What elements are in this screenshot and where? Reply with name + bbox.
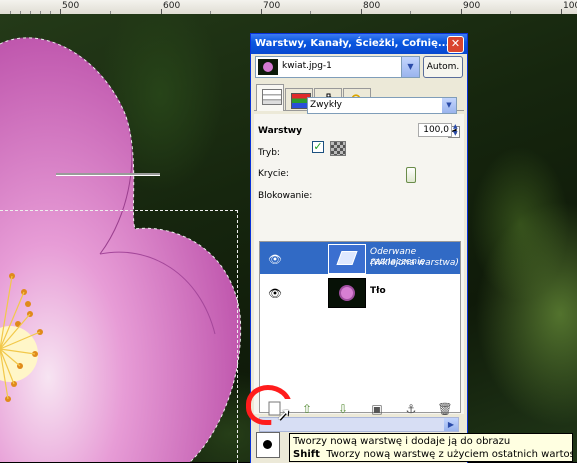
mode-select[interactable]: Zwykły ▼ <box>307 97 457 114</box>
layer-name: Tło <box>370 286 386 296</box>
opacity-slider-track[interactable] <box>56 173 160 176</box>
layers-list[interactable]: 👁 Oderwane zaznaczenie (Wklejona warstwa… <box>259 241 461 413</box>
chevron-down-icon[interactable]: ▼ <box>442 98 456 113</box>
raise-layer-icon[interactable]: ⇧ <box>296 399 318 419</box>
anchor-layer-icon[interactable]: ⚓ <box>400 399 422 419</box>
chevron-down-icon[interactable]: ▼ <box>401 57 419 77</box>
tooltip-line2-text: Tworzy nową warstwę z użyciem ostatnich … <box>326 449 573 460</box>
lock-label: Blokowanie: <box>258 191 313 201</box>
image-thumbnail <box>258 59 278 75</box>
ruler-label: 900 <box>463 1 481 11</box>
layers-panel: Warstwy ◀ Tryb: Krycie: Blokowanie: 👁 Od… <box>254 114 464 432</box>
ruler-label: 500 <box>62 1 80 11</box>
opacity-label: Krycie: <box>258 169 289 179</box>
horizontal-ruler: 500 600 700 800 900 1000 <box>0 0 577 15</box>
lower-layer-icon[interactable]: ⇩ <box>332 399 354 419</box>
dock-title: Warstwy, Kanały, Ścieżki, Cofnię... <box>255 38 450 49</box>
spin-icon[interactable]: ▲ ▼ <box>453 123 459 137</box>
layer-thumbnail <box>328 244 366 274</box>
ruler-label: 600 <box>163 1 181 11</box>
panel-title: Warstwy <box>258 126 302 136</box>
tooltip-line1: Tworzy nową warstwę i dodaje ją do obraz… <box>293 436 511 447</box>
auto-button[interactable]: Autom. <box>423 56 463 78</box>
eye-icon[interactable]: 👁 <box>268 253 282 266</box>
layer-row[interactable]: 👁 Tło <box>260 276 460 308</box>
ruler-label: 800 <box>363 1 381 11</box>
layer-row[interactable]: 👁 Oderwane zaznaczenie (Wklejona warstwa… <box>260 242 460 274</box>
layer-thumbnail <box>328 278 366 308</box>
tab-layers[interactable] <box>256 84 284 111</box>
tooltip-shift-key: Shift <box>293 449 320 460</box>
mode-label: Tryb: <box>258 148 280 158</box>
lock-checkbox[interactable]: ✓ <box>312 141 324 153</box>
ruler-label: 700 <box>263 1 281 11</box>
lock-alpha-icon[interactable] <box>330 141 346 156</box>
mode-value: Zwykły <box>310 100 342 110</box>
layer-subname: (Wklejona warstwa) <box>370 258 459 268</box>
image-selector[interactable]: kwiat.jpg-1 ▼ <box>255 56 420 78</box>
delete-layer-icon[interactable]: 🗑 <box>434 399 456 419</box>
close-icon[interactable]: ✕ <box>447 36 464 53</box>
opacity-slider-handle[interactable] <box>406 167 416 183</box>
image-selector-value: kwiat.jpg-1 <box>282 61 332 71</box>
foreground-color-indicator[interactable] <box>256 432 280 458</box>
opacity-input[interactable]: 100,0 <box>418 123 452 137</box>
mouse-cursor-icon: ➚ <box>276 404 292 425</box>
tooltip: Tworzy nową warstwę i dodaje ją do obraz… <box>289 433 573 462</box>
duplicate-layer-icon[interactable]: ▣ <box>366 399 388 419</box>
eye-icon[interactable]: 👁 <box>268 287 282 300</box>
tooltip-line2: Shift Tworzy nową warstwę z użyciem osta… <box>293 448 572 461</box>
ruler-label: 1000 <box>563 1 577 11</box>
layers-icon <box>262 89 282 105</box>
dock-titlebar[interactable]: Warstwy, Kanały, Ścieżki, Cofnię... ✕ <box>251 34 467 54</box>
selection-marquee <box>0 210 238 463</box>
